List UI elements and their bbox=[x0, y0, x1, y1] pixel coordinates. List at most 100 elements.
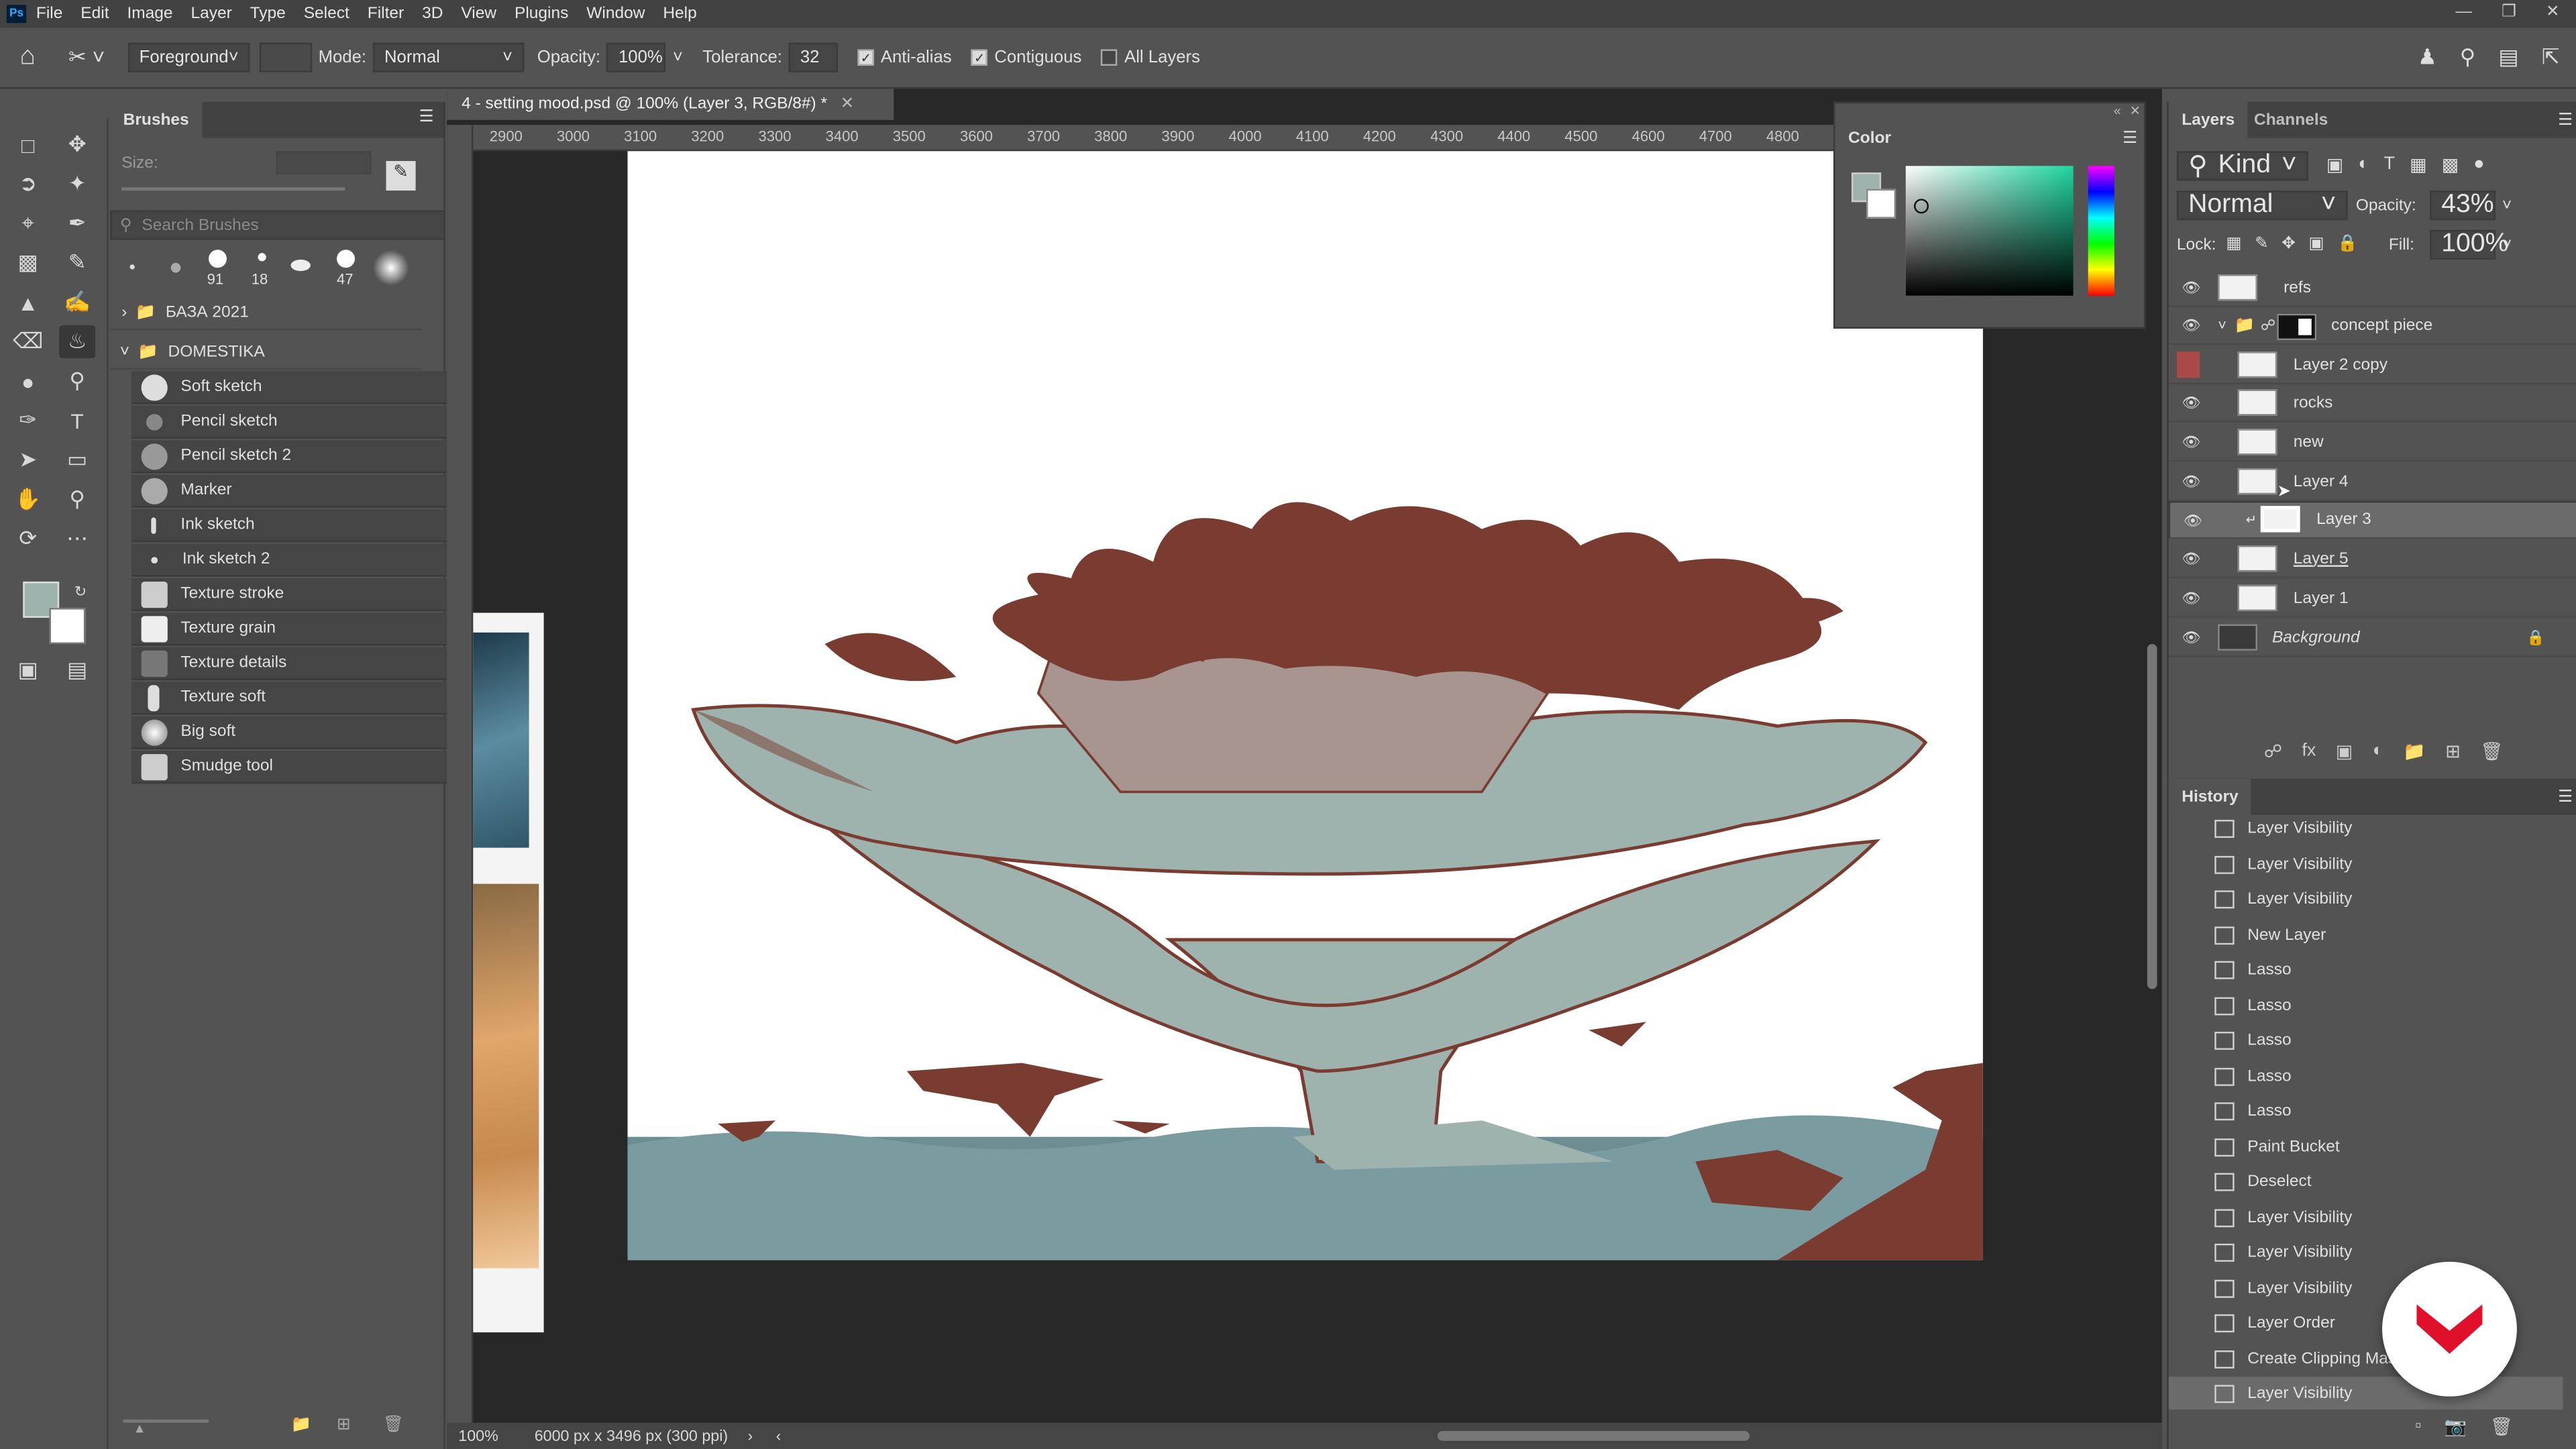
size-input[interactable] bbox=[276, 151, 372, 174]
fill-dropdown-icon[interactable]: ˅ bbox=[2502, 237, 2512, 255]
brush-item[interactable]: Soft sketch bbox=[131, 371, 470, 405]
history-item[interactable]: Lasso bbox=[2169, 1059, 2563, 1094]
healing-tool-icon[interactable]: ▩ bbox=[10, 246, 46, 279]
menu-image[interactable]: Image bbox=[127, 5, 172, 23]
brush-item[interactable]: Pencil sketch 2 bbox=[131, 440, 470, 474]
brushes-tab[interactable]: Brushes bbox=[110, 101, 203, 138]
link-layers-icon[interactable]: ☍ bbox=[2264, 741, 2282, 762]
lock-transparent-icon[interactable]: ▦ bbox=[2226, 235, 2241, 253]
hue-slider[interactable] bbox=[2088, 166, 2114, 296]
preset-47[interactable] bbox=[337, 250, 355, 268]
collapse-icon[interactable]: « bbox=[2114, 103, 2121, 118]
mode-select[interactable]: Normal ˅ bbox=[372, 42, 525, 72]
adjustment-layer-icon[interactable]: ◐ bbox=[2373, 741, 2383, 762]
panel-menu-icon[interactable]: ☰ bbox=[419, 109, 434, 127]
search-brushes-input[interactable]: ⚲ Search Brushes bbox=[110, 210, 445, 240]
visibility-eye-icon[interactable]: 👁 bbox=[2182, 590, 2200, 606]
chevron-down-icon[interactable]: ˅ bbox=[2218, 317, 2226, 333]
brush-item[interactable]: Pencil sketch bbox=[131, 405, 470, 439]
layer-row-layer-2-copy[interactable]: Layer 2 copy bbox=[2168, 347, 2576, 385]
brush-item[interactable]: Marker bbox=[131, 474, 470, 508]
search-icon[interactable]: ⚲ bbox=[2460, 44, 2475, 70]
menu-window[interactable]: Window bbox=[586, 5, 645, 23]
brush-item[interactable]: Texture stroke bbox=[131, 578, 470, 612]
swap-colors-icon[interactable]: ↻ bbox=[62, 575, 99, 608]
layer-row-refs[interactable]: 👁 refs bbox=[2168, 270, 2576, 307]
stamp-tool-icon[interactable]: ▲ bbox=[10, 286, 46, 319]
contiguous-checkbox[interactable]: ✓ bbox=[971, 49, 988, 66]
fx-icon[interactable]: fx bbox=[2302, 741, 2316, 762]
menu-view[interactable]: View bbox=[461, 5, 496, 23]
history-brush-tool-icon[interactable]: ✍ bbox=[59, 286, 95, 319]
lock-position-icon[interactable]: ✥ bbox=[2282, 235, 2296, 253]
preset-soft[interactable] bbox=[372, 250, 409, 286]
menu-edit[interactable]: Edit bbox=[80, 5, 109, 23]
export-icon[interactable]: ⇱ bbox=[2542, 44, 2560, 70]
brush-group-domestika[interactable]: ˅ 📁 DOMESTIKA bbox=[110, 335, 423, 370]
menu-file[interactable]: File bbox=[36, 5, 62, 23]
visibility-eye-icon[interactable]: 👁 bbox=[2182, 550, 2200, 566]
brush-item[interactable]: Ink sketch 2 bbox=[131, 543, 470, 577]
color-bg-swatch[interactable] bbox=[1866, 189, 1896, 219]
layer-row-layer-1[interactable]: 👁 Layer 1 bbox=[2168, 580, 2576, 618]
fill-input[interactable]: 100% bbox=[2430, 229, 2508, 260]
rectangle-tool-icon[interactable]: ▭ bbox=[59, 443, 95, 476]
workspace-icon[interactable]: ▤ bbox=[2498, 44, 2518, 70]
crop-tool-icon[interactable]: ⌖ bbox=[10, 207, 46, 240]
layer-row-new[interactable]: 👁 new bbox=[2168, 424, 2576, 462]
background-color-swatch[interactable] bbox=[49, 608, 86, 645]
new-document-from-state-icon[interactable]: ▫ bbox=[2415, 1416, 2422, 1438]
marquee-tool-icon[interactable]: □ bbox=[10, 128, 46, 161]
document-tab[interactable]: 4 - setting mood.psd @ 100% (Layer 3, RG… bbox=[447, 89, 894, 120]
layer-row-rocks[interactable]: 👁 rocks bbox=[2168, 384, 2576, 423]
history-item[interactable]: Layer Visibility bbox=[2169, 1236, 2563, 1271]
magic-wand-tool-icon[interactable]: ✦ bbox=[59, 168, 95, 201]
pen-tool-icon[interactable]: ✑ bbox=[10, 404, 46, 437]
filter-smart-icon[interactable]: ▩ bbox=[2442, 154, 2459, 176]
history-item[interactable]: Lasso bbox=[2169, 1024, 2563, 1059]
tab-layers[interactable]: Layers bbox=[2168, 101, 2248, 138]
delete-layer-icon[interactable]: 🗑 bbox=[2480, 741, 2503, 762]
layer-row-layer-5[interactable]: 👁 Layer 5 bbox=[2168, 541, 2576, 579]
close-icon[interactable]: ✕ bbox=[2546, 3, 2560, 21]
brush-item[interactable]: Texture details bbox=[131, 647, 470, 680]
delete-state-icon[interactable]: 🗑 bbox=[2490, 1416, 2513, 1437]
horizontal-scrollbar[interactable] bbox=[1437, 1431, 1750, 1441]
size-slider[interactable] bbox=[121, 187, 345, 191]
preset-91[interactable] bbox=[209, 250, 227, 268]
history-item[interactable]: New Layer bbox=[2169, 918, 2563, 953]
visibility-eye-icon[interactable]: 👁 bbox=[2182, 434, 2200, 450]
domestika-badge[interactable] bbox=[2382, 1261, 2517, 1397]
brush-group-baza[interactable]: › 📁 БАЗА 2021 bbox=[110, 296, 423, 331]
brush-tool-icon[interactable]: ✎ bbox=[59, 246, 95, 279]
add-mask-icon[interactable]: ▣ bbox=[2336, 741, 2353, 762]
menu-select[interactable]: Select bbox=[304, 5, 350, 23]
layer-row-layer-4[interactable]: 👁 Layer 4 ➤ bbox=[2168, 464, 2576, 501]
brush-item[interactable]: Texture grain bbox=[131, 612, 470, 646]
new-brush-icon[interactable]: ⊞ bbox=[337, 1416, 351, 1434]
brush-item[interactable]: Ink sketch bbox=[131, 509, 470, 543]
tab-history[interactable]: History bbox=[2168, 778, 2252, 815]
panel-menu-icon[interactable]: ☰ bbox=[2558, 112, 2573, 130]
menu-filter[interactable]: Filter bbox=[368, 5, 404, 23]
lock-artboard-icon[interactable]: ▣ bbox=[2308, 235, 2324, 253]
menu-help[interactable]: Help bbox=[663, 5, 696, 23]
hidden-layer-marker[interactable] bbox=[2176, 352, 2200, 378]
home-icon[interactable]: ⌂ bbox=[19, 43, 36, 72]
all-layers-checkbox[interactable] bbox=[1101, 49, 1118, 66]
restore-icon[interactable]: ❐ bbox=[2502, 3, 2516, 21]
menu-type[interactable]: Type bbox=[250, 5, 286, 23]
pattern-swatch[interactable] bbox=[259, 42, 312, 72]
history-item[interactable]: Layer Visibility bbox=[2169, 847, 2563, 882]
zoom-level[interactable]: 100% bbox=[458, 1427, 498, 1445]
visibility-eye-icon[interactable]: 👁 bbox=[2182, 394, 2200, 411]
hand-tool-icon[interactable]: ✋ bbox=[10, 483, 46, 516]
brush-item[interactable]: Smudge tool bbox=[131, 751, 470, 784]
canvas[interactable] bbox=[627, 151, 1983, 1260]
menu-layer[interactable]: Layer bbox=[191, 5, 231, 23]
brush-item[interactable]: Big soft bbox=[131, 716, 470, 749]
layer-row-concept-piece[interactable]: 👁 ˅ 📁 ☍ concept piece bbox=[2168, 307, 2576, 345]
brush-size-slider-thumb-icon[interactable]: ▲ bbox=[133, 1421, 146, 1436]
paint-bucket-tool-preset-icon[interactable]: ✂ ˅ bbox=[68, 44, 105, 70]
blur-tool-icon[interactable]: ● bbox=[10, 365, 46, 398]
